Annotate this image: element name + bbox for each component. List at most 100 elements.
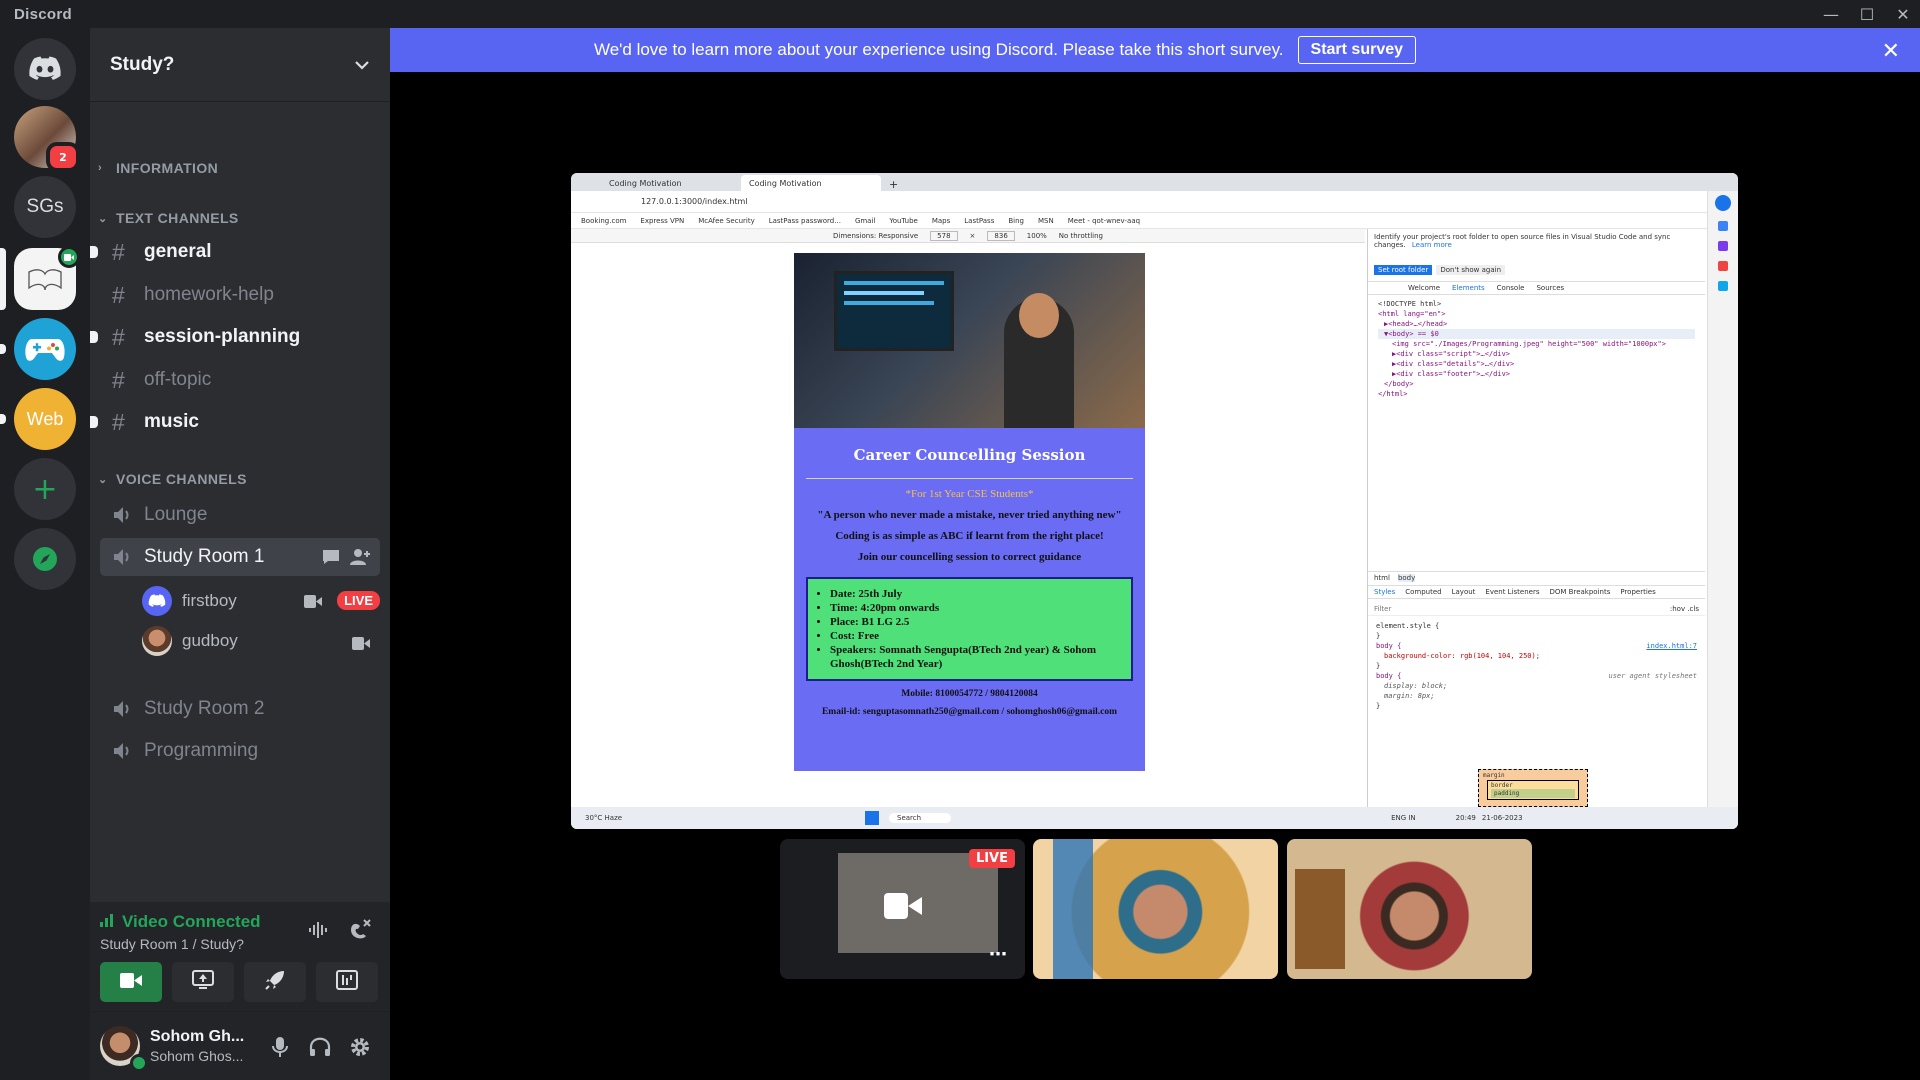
unread-indicator [90, 416, 98, 428]
box-model-label: border [1491, 782, 1513, 789]
guild-header[interactable]: Study? [90, 28, 390, 102]
dom-line: </body> [1384, 380, 1414, 388]
detail-item: Place: B1 LG 2.5 [830, 615, 1121, 629]
screen-share-stream[interactable]: Coding Motivation Coding Motivation + 12… [571, 173, 1738, 829]
chevron-down-icon [354, 55, 370, 74]
voice-user-name: firstboy [182, 591, 237, 610]
category-voice-channels[interactable]: ⌄ VOICE CHANNELS [98, 469, 247, 489]
start-survey-button[interactable]: Start survey [1297, 36, 1417, 64]
user-display-name[interactable]: Sohom Gh... [150, 1028, 244, 1046]
door-graphic [1295, 869, 1345, 969]
microphone-icon[interactable] [265, 1032, 295, 1062]
new-tab-icon: + [889, 178, 899, 191]
channel-session-planning[interactable]: # session-planning [90, 318, 380, 356]
dom-line: <html lang="en"> [1378, 310, 1446, 318]
maximize-icon[interactable]: ☐ [1850, 0, 1884, 28]
styles-tab: Properties [1620, 588, 1656, 596]
channel-off-topic[interactable]: # off-topic [100, 361, 380, 399]
server-profile[interactable]: 2 [14, 106, 80, 172]
voice-channel-lounge[interactable]: Lounge [100, 496, 380, 534]
invite-user-icon[interactable] [350, 548, 370, 572]
activities-button[interactable] [244, 962, 306, 1002]
email-text: Email-id: senguptasomnath250@gmail.com /… [821, 707, 1118, 717]
server-sgs-label: SGs [14, 176, 76, 238]
camera-toggle-button[interactable] [100, 962, 162, 1002]
voice-location[interactable]: Study Room 1 / Study? [100, 936, 244, 952]
bookmark: Booking.com [581, 216, 627, 225]
devtools-tab: Elements [1452, 284, 1485, 292]
close-window-icon[interactable]: ✕ [1886, 0, 1920, 28]
server-web[interactable]: Web [0, 388, 76, 450]
channel-music[interactable]: # music [90, 403, 380, 441]
noise-suppression-icon[interactable] [308, 920, 332, 944]
channel-label: homework-help [144, 284, 274, 305]
windows-start-icon [865, 811, 879, 825]
browser-viewport: Dimensions: Responsive 578 × 836 100% No… [571, 229, 1365, 807]
user-panel: Sohom Gh... Sohom Ghos... [90, 1012, 390, 1080]
page-heading: Career Councelling Session [853, 446, 1086, 464]
rule-source: index.html:7 [1646, 642, 1697, 650]
devtools-panel: Identify your project's root folder to o… [1367, 229, 1705, 807]
headphones-icon[interactable] [305, 1032, 335, 1062]
styles-tab: Event Listeners [1485, 588, 1540, 596]
chevron-right-icon: › [98, 162, 103, 174]
dismiss-button: Don't show again [1436, 265, 1506, 275]
server-study[interactable] [0, 246, 80, 310]
more-options-icon[interactable]: ⋯ [989, 944, 1007, 965]
home-button[interactable] [14, 38, 76, 100]
category-text-channels[interactable]: ⌄ TEXT CHANNELS [98, 208, 239, 228]
channel-general[interactable]: # general [90, 233, 380, 271]
camera-icon [352, 635, 370, 655]
channel-homework-help[interactable]: # homework-help [100, 276, 380, 314]
close-notice-icon[interactable]: ✕ [1882, 38, 1900, 64]
server-sgs[interactable]: SGs [14, 176, 76, 238]
category-information[interactable]: › INFORMATION [98, 158, 218, 178]
event-details: Date: 25th July Time: 4:20pm onwards Pla… [806, 577, 1133, 681]
server-game[interactable] [0, 318, 76, 380]
bookmark: McAfee Security [698, 216, 755, 225]
voice-channel-study-room-1[interactable]: Study Room 1 [100, 538, 380, 576]
discord-logo-icon [14, 38, 76, 100]
voice-status[interactable]: Video Connected [100, 912, 261, 932]
gear-icon[interactable] [345, 1032, 375, 1062]
styles-tab: Layout [1451, 588, 1476, 596]
curtain-graphic [1053, 839, 1093, 979]
live-badge: LIVE [968, 849, 1015, 868]
participant-tile-stream[interactable]: LIVE ⋯ [780, 839, 1025, 979]
disconnect-icon[interactable] [348, 918, 372, 944]
add-server-button[interactable]: + [14, 458, 76, 520]
zoom-select: 100% [1026, 231, 1047, 240]
breadcrumbs: html body [1368, 571, 1705, 584]
crumb: html [1374, 574, 1390, 582]
app-title: Discord [14, 5, 72, 23]
speaker-icon [112, 742, 144, 760]
participant-tile-camera[interactable] [1033, 839, 1278, 979]
quote-text: "A person who never made a mistake, neve… [817, 509, 1122, 521]
online-status-icon [130, 1054, 148, 1072]
voice-channel-study-room-2[interactable]: Study Room 2 [100, 690, 380, 728]
dom-line: </html> [1378, 390, 1408, 398]
style-line: body { [1376, 642, 1402, 650]
chevron-down-icon: ⌄ [98, 473, 108, 486]
minimize-icon[interactable]: — [1814, 0, 1848, 28]
devtools-tab: Welcome [1408, 284, 1441, 292]
voice-user-gudboy[interactable]: gudboy [142, 623, 380, 659]
chat-icon[interactable] [322, 549, 340, 571]
dom-line: ▶<div class="footer">…</div> [1392, 370, 1511, 378]
sidebar-app-icon [1718, 261, 1728, 271]
explore-servers-button[interactable] [14, 528, 76, 590]
video-active-icon [58, 246, 80, 268]
screen-share-button[interactable] [172, 962, 234, 1002]
voice-channel-programming[interactable]: Programming [100, 732, 380, 770]
soundboard-button[interactable] [316, 962, 378, 1002]
learn-more-link: Learn more [1411, 241, 1452, 249]
style-line: body { [1376, 672, 1402, 680]
participant-tile-camera[interactable] [1287, 839, 1532, 979]
channel-label: Study Room 2 [144, 698, 265, 719]
bookmark: YouTube [889, 216, 918, 225]
sidebar-app-icon [1718, 221, 1728, 231]
taskbar-search: Search [889, 813, 952, 823]
user-tag: Sohom Ghos... [150, 1048, 244, 1064]
voice-user-firstboy[interactable]: firstboy LIVE [142, 583, 380, 619]
width-input: 578 [930, 230, 958, 241]
